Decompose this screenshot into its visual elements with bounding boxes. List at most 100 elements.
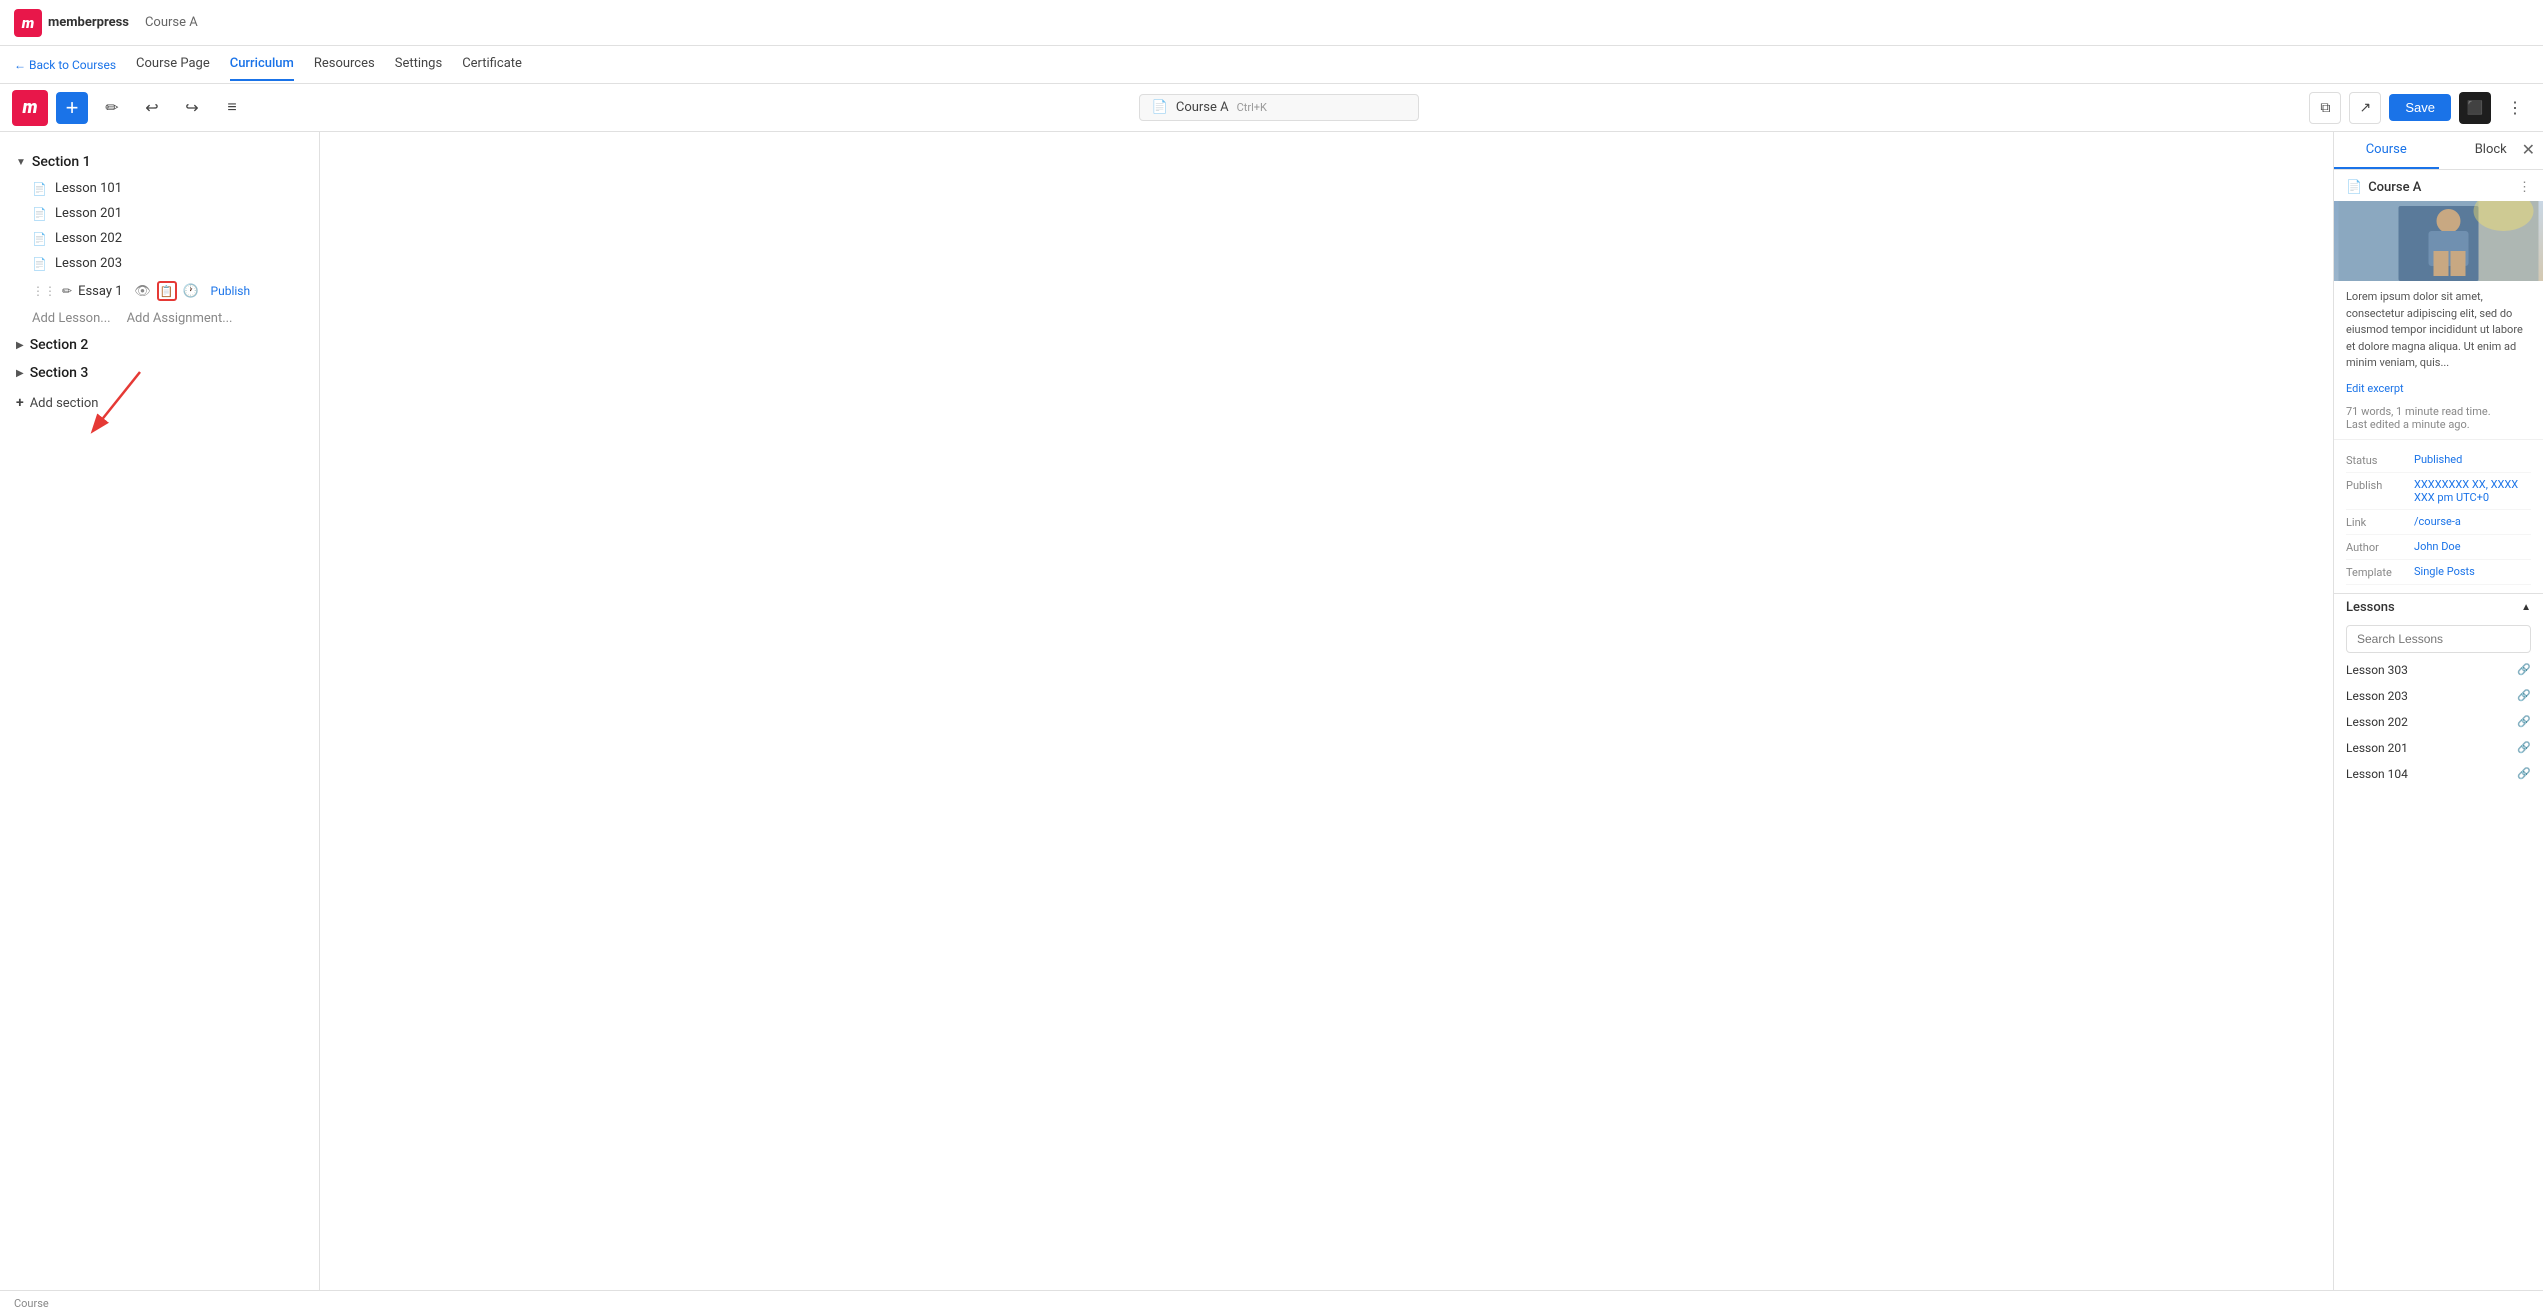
publish-value[interactable]: XXXXXXXX XX, XXXX XXX pm UTC+0 [2414, 478, 2531, 504]
more-options-button[interactable]: ⋮ [2499, 92, 2531, 124]
course-title-breadcrumb: Course A [145, 15, 198, 30]
link-value[interactable]: /course-a [2414, 515, 2461, 528]
lesson-file-icon: 📄 [32, 182, 47, 196]
section-2-chevron: ▶ [16, 340, 24, 351]
list-item[interactable]: 📄 Lesson 203 [0, 251, 319, 276]
add-lesson-row: Add Lesson... Add Assignment... [0, 306, 319, 331]
meta-row-template: Template Single Posts [2346, 560, 2531, 585]
tab-certificate[interactable]: Certificate [462, 48, 522, 81]
lesson-file-icon: 📄 [32, 232, 47, 246]
meta-row-publish: Publish XXXXXXXX XX, XXXX XXX pm UTC+0 [2346, 473, 2531, 510]
lesson-202-label: Lesson 202 [55, 231, 122, 246]
lesson-file-icon: 📄 [32, 207, 47, 221]
list-item[interactable]: Lesson 201 🔗 [2334, 735, 2543, 761]
list-view-button[interactable]: ≡ [216, 92, 248, 124]
list-item[interactable]: Lesson 202 🔗 [2334, 709, 2543, 735]
section-3-header[interactable]: ▶ Section 3 [0, 359, 319, 387]
tab-course-page[interactable]: Course Page [136, 48, 210, 81]
tab-resources[interactable]: Resources [314, 48, 375, 81]
lesson-file-icon: 📄 [32, 257, 47, 271]
doc-name-text: Course A [1176, 100, 1229, 115]
meta-table: Status Published Publish XXXXXXXX XX, XX… [2334, 440, 2543, 593]
view-mode-button[interactable]: ⧉ [2309, 92, 2341, 124]
essay-view-icon[interactable]: 👁 [133, 281, 153, 301]
tab-settings[interactable]: Settings [395, 48, 442, 81]
author-value[interactable]: John Doe [2414, 540, 2461, 553]
top-bar: m memberpress Course A [0, 0, 2543, 46]
shortcut-hint: Ctrl+K [1237, 101, 1267, 114]
essay-publish-link[interactable]: Publish [211, 284, 251, 298]
template-value[interactable]: Single Posts [2414, 565, 2475, 578]
essay-1-row: ⋮⋮ ✏ Essay 1 👁 📋 🕐 Publish [0, 276, 319, 306]
add-block-button[interactable]: + [56, 92, 88, 124]
essay-1-label: Essay 1 [78, 284, 122, 299]
dark-mode-button[interactable]: ⬛ [2459, 92, 2491, 124]
lessons-chevron-icon[interactable]: ▲ [2521, 602, 2531, 613]
edit-excerpt-link[interactable]: Edit excerpt [2334, 380, 2543, 401]
meta-row-link: Link /course-a [2346, 510, 2531, 535]
list-item[interactable]: 📄 Lesson 101 [0, 176, 319, 201]
add-lesson-link[interactable]: Add Lesson... [32, 311, 111, 326]
logo-area: m memberpress [14, 9, 129, 37]
main-content: ▼ Section 1 📄 Lesson 101 📄 Lesson 201 📄 … [0, 132, 2543, 1290]
course-doc-icon: 📄 [2346, 180, 2362, 195]
save-button[interactable]: Save [2389, 94, 2451, 121]
meta-row-status: Status Published [2346, 448, 2531, 473]
lesson-202-link-icon: 🔗 [2517, 715, 2531, 728]
panel-tabs: Course Block ✕ [2334, 132, 2543, 170]
add-section-label: Add section [30, 396, 99, 411]
section-3-label: Section 3 [30, 365, 89, 381]
undo-button[interactable]: ↩ [136, 92, 168, 124]
essay-clock-icon[interactable]: 🕐 [181, 281, 201, 301]
status-bar: Course [0, 1290, 2543, 1316]
section-1-header[interactable]: ▼ Section 1 [0, 148, 319, 176]
tab-course[interactable]: Course [2334, 132, 2439, 169]
essay-edit-pencil-icon[interactable]: ✏ [62, 284, 72, 298]
lesson-104-link-icon: 🔗 [2517, 767, 2531, 780]
section-1-chevron: ▼ [16, 157, 26, 168]
document-name-bar[interactable]: 📄 Course A Ctrl+K [1139, 94, 1419, 121]
lesson-201-label: Lesson 201 [55, 206, 122, 221]
tab-curriculum[interactable]: Curriculum [230, 48, 294, 81]
back-to-courses-link[interactable]: ← Back to Courses [14, 58, 116, 72]
essay-1-actions: 👁 📋 🕐 [133, 281, 201, 301]
editor-canvas [320, 132, 2333, 1290]
pencil-tool-button[interactable]: ✏ [96, 92, 128, 124]
course-thumbnail [2334, 201, 2543, 281]
toolbar-right-actions: ⧉ ↗ Save ⬛ ⋮ [2309, 92, 2531, 124]
course-more-icon[interactable]: ⋮ [2518, 180, 2531, 195]
editor-toolbar: m + ✏ ↩ ↪ ≡ 📄 Course A Ctrl+K ⧉ ↗ Save ⬛… [0, 84, 2543, 132]
list-item[interactable]: Lesson 104 🔗 [2334, 761, 2543, 787]
thumbnail-svg [2334, 201, 2543, 281]
redo-button[interactable]: ↪ [176, 92, 208, 124]
add-assignment-link[interactable]: Add Assignment... [127, 311, 233, 326]
editor-logo: m [12, 90, 48, 126]
right-panel: Course Block ✕ 📄 Course A ⋮ [2333, 132, 2543, 1290]
status-value[interactable]: Published [2414, 453, 2462, 466]
list-item[interactable]: 📄 Lesson 201 [0, 201, 319, 226]
lesson-203-label: Lesson 203 [55, 256, 122, 271]
lessons-section-header: Lessons ▲ [2334, 593, 2543, 621]
doc-name-area: 📄 Course A Ctrl+K [256, 94, 2301, 121]
lesson-303-link-icon: 🔗 [2517, 663, 2531, 676]
external-link-button[interactable]: ↗ [2349, 92, 2381, 124]
memberpress-logo: m [14, 9, 42, 37]
nav-tabs: ← Back to Courses Course Page Curriculum… [0, 46, 2543, 84]
course-excerpt: Lorem ipsum dolor sit amet, consectetur … [2334, 281, 2543, 380]
list-item[interactable]: Lesson 303 🔗 [2334, 657, 2543, 683]
essay-highlighted-btn[interactable]: 📋 [157, 281, 177, 301]
add-section-button[interactable]: + Add section [0, 387, 319, 419]
drag-handle-icon[interactable]: ⋮⋮ [32, 284, 56, 298]
section-2-header[interactable]: ▶ Section 2 [0, 331, 319, 359]
list-item[interactable]: Lesson 203 🔗 [2334, 683, 2543, 709]
lesson-101-label: Lesson 101 [55, 181, 122, 196]
section-2-label: Section 2 [30, 337, 89, 353]
list-item[interactable]: 📄 Lesson 202 [0, 226, 319, 251]
course-panel-header: 📄 Course A ⋮ [2334, 170, 2543, 201]
search-lessons-input[interactable] [2346, 625, 2531, 653]
status-text: Course [14, 1297, 49, 1310]
section-1-label: Section 1 [32, 154, 91, 170]
brand-name: memberpress [48, 15, 129, 30]
panel-close-button[interactable]: ✕ [2522, 140, 2535, 160]
section-3-chevron: ▶ [16, 368, 24, 379]
